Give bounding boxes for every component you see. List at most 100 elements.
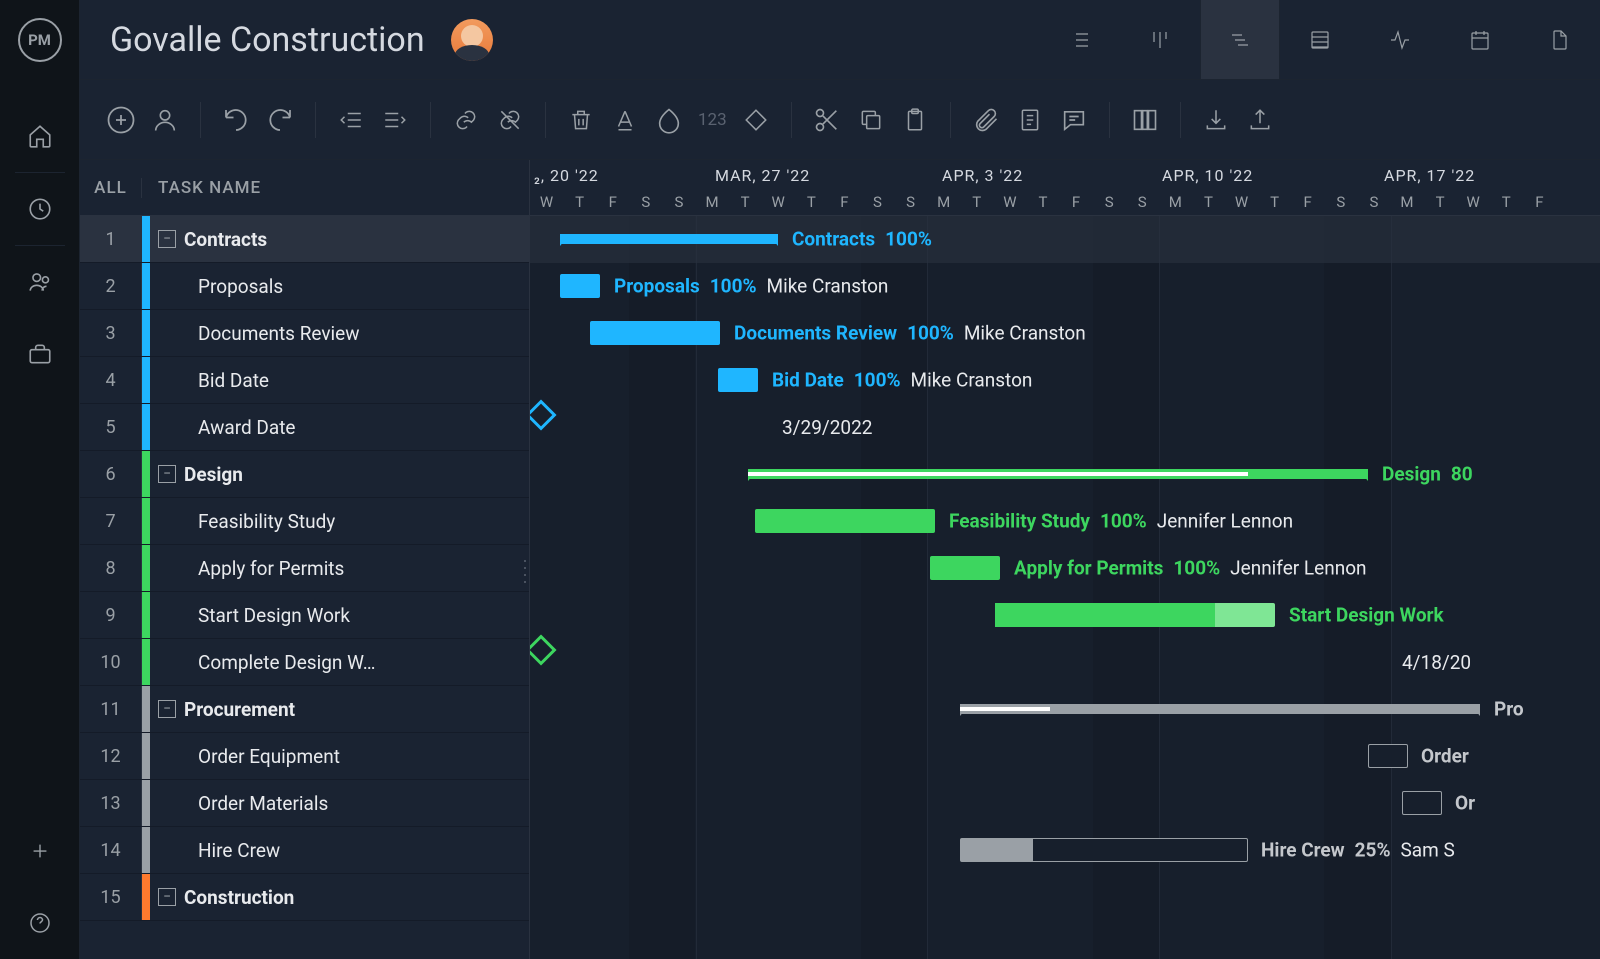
gantt-task-bar[interactable]: Documents Review100%Mike Cranston — [590, 321, 720, 345]
collapse-icon[interactable]: − — [158, 700, 176, 718]
tool-copy[interactable] — [852, 101, 890, 139]
timeline-day-label: T — [1026, 193, 1059, 211]
tool-number-format[interactable]: 123 — [694, 110, 731, 130]
tool-paste[interactable] — [896, 101, 934, 139]
tool-notes[interactable] — [1011, 101, 1049, 139]
task-row[interactable]: 8 Apply for Permits — [80, 545, 529, 592]
add-circle-icon — [106, 105, 136, 135]
task-row[interactable]: 14 Hire Crew — [80, 827, 529, 874]
view-switcher — [1040, 0, 1600, 79]
task-row[interactable]: 10 Complete Design W… — [80, 639, 529, 686]
gantt-summary-bar[interactable]: Design80 — [748, 469, 1368, 479]
nav-help[interactable] — [0, 887, 80, 959]
nav-portfolio[interactable] — [0, 318, 80, 390]
tool-milestone[interactable] — [737, 101, 775, 139]
task-row[interactable]: 2 Proposals — [80, 263, 529, 310]
collapse-icon[interactable]: − — [158, 230, 176, 248]
gantt-task-bar[interactable]: Bid Date100%Mike Cranston — [718, 368, 758, 392]
gantt-task-bar[interactable]: Or — [1402, 791, 1442, 815]
tool-add-task[interactable] — [102, 101, 140, 139]
gantt-milestone[interactable] — [530, 634, 557, 665]
view-gantt[interactable] — [1200, 0, 1280, 79]
task-color-swatch — [142, 263, 150, 309]
task-row[interactable]: 13 Order Materials — [80, 780, 529, 827]
nav-team[interactable] — [0, 246, 80, 318]
timeline-day-label: W — [1225, 193, 1258, 211]
task-name-label: Start Design Work — [198, 604, 350, 627]
column-header-all[interactable]: ALL — [80, 178, 142, 198]
task-row[interactable]: 15 − Construction — [80, 874, 529, 921]
task-name-label: Apply for Permits — [198, 557, 344, 580]
timeline-day-label: W — [1457, 193, 1490, 211]
task-row[interactable]: 5 Award Date — [80, 404, 529, 451]
task-color-swatch — [142, 310, 150, 356]
app-logo[interactable]: PM — [18, 18, 62, 62]
timeline-day-label: T — [960, 193, 993, 211]
tool-indent[interactable] — [376, 101, 414, 139]
tool-link[interactable] — [447, 101, 485, 139]
tool-import[interactable] — [1197, 101, 1235, 139]
task-row[interactable]: 4 Bid Date — [80, 357, 529, 404]
gantt-task-bar[interactable]: Hire Crew25%Sam S — [960, 838, 1248, 862]
nav-recent[interactable] — [0, 173, 80, 245]
column-header-name[interactable]: TASK NAME — [142, 178, 261, 198]
team-icon — [27, 269, 53, 295]
outdent-icon — [336, 107, 366, 133]
tool-color[interactable] — [650, 101, 688, 139]
tool-outdent[interactable] — [332, 101, 370, 139]
tool-attach[interactable] — [967, 101, 1005, 139]
task-number: 5 — [80, 404, 142, 450]
gantt-task-bar[interactable]: Feasibility Study100%Jennifer Lennon — [755, 509, 935, 533]
tool-cut[interactable] — [808, 101, 846, 139]
tool-columns[interactable] — [1126, 101, 1164, 139]
view-board[interactable] — [1120, 0, 1200, 79]
task-number: 13 — [80, 780, 142, 826]
tool-undo[interactable] — [217, 101, 255, 139]
tool-redo[interactable] — [261, 101, 299, 139]
task-row[interactable]: 3 Documents Review — [80, 310, 529, 357]
task-name-label: Hire Crew — [198, 839, 280, 862]
plus-icon — [29, 840, 51, 862]
task-number: 3 — [80, 310, 142, 356]
gantt-milestone[interactable] — [530, 399, 557, 430]
tool-delete[interactable] — [562, 101, 600, 139]
gantt-summary-bar[interactable]: Contracts100% — [560, 234, 778, 244]
comment-icon — [1059, 106, 1089, 134]
task-list-panel: ALL TASK NAME 1 − Contracts2 Proposals3 … — [80, 160, 530, 959]
view-activity[interactable] — [1360, 0, 1440, 79]
view-sheet[interactable] — [1280, 0, 1360, 79]
tool-text[interactable] — [606, 101, 644, 139]
gantt-task-bar[interactable]: Apply for Permits100%Jennifer Lennon — [930, 556, 1000, 580]
task-row[interactable]: 7 Feasibility Study — [80, 498, 529, 545]
view-calendar[interactable] — [1440, 0, 1520, 79]
task-row[interactable]: 6 − Design — [80, 451, 529, 498]
unlink-icon — [495, 107, 525, 133]
gantt-summary-bar[interactable]: Pro — [960, 704, 1480, 714]
tool-export[interactable] — [1241, 101, 1279, 139]
user-avatar[interactable] — [451, 19, 493, 61]
task-row[interactable]: 1 − Contracts — [80, 216, 529, 263]
timeline-header[interactable]: ₂, 20 '22MAR, 27 '22APR, 3 '22APR, 10 '2… — [530, 160, 1600, 216]
gantt-task-bar[interactable]: Proposals100%Mike Cranston — [560, 274, 600, 298]
gantt-task-bar[interactable]: Start Design Work — [995, 603, 1275, 627]
attachment-icon — [972, 106, 1000, 134]
task-color-swatch — [142, 451, 150, 497]
collapse-icon[interactable]: − — [158, 465, 176, 483]
gantt-task-bar[interactable]: Order — [1368, 744, 1408, 768]
task-row[interactable]: 9 Start Design Work — [80, 592, 529, 639]
nav-add[interactable] — [0, 815, 80, 887]
view-files[interactable] — [1520, 0, 1600, 79]
gantt-panel[interactable]: ₂, 20 '22MAR, 27 '22APR, 3 '22APR, 10 '2… — [530, 160, 1600, 959]
task-row[interactable]: 11 − Procurement — [80, 686, 529, 733]
tool-assign[interactable] — [146, 101, 184, 139]
task-row[interactable]: 12 Order Equipment — [80, 733, 529, 780]
nav-home[interactable] — [0, 100, 80, 172]
view-list[interactable] — [1040, 0, 1120, 79]
timeline-day-label: M — [1390, 193, 1423, 211]
copy-icon — [858, 107, 884, 133]
task-number: 1 — [80, 216, 142, 262]
tool-unlink[interactable] — [491, 101, 529, 139]
collapse-icon[interactable]: − — [158, 888, 176, 906]
tool-comment[interactable] — [1055, 101, 1093, 139]
task-name-label: Order Materials — [198, 792, 328, 815]
